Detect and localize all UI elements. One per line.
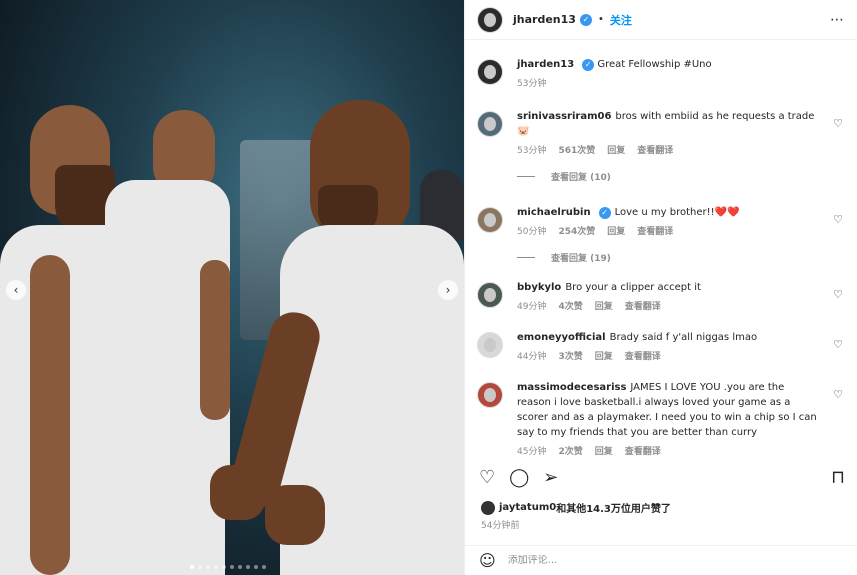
comment-text: Bro your a clipper accept it (565, 282, 701, 293)
avatar[interactable] (477, 332, 503, 358)
username[interactable]: jharden13 (513, 13, 576, 26)
comment-text: Love u my brother!!❤️❤️ (614, 207, 740, 218)
avatar[interactable] (477, 382, 503, 408)
reply-button[interactable]: 回复 (595, 349, 613, 362)
caption: jharden13 ✓ Great Fellowship #Uno 53分钟 (477, 57, 845, 89)
comment-time: 44分钟 (517, 352, 547, 362)
comment-item: srinivassriram06 bros with embiid as he r… (477, 109, 845, 156)
add-comment-bar: ☺ (465, 545, 857, 575)
comment-time: 45分钟 (517, 447, 547, 456)
post-header: jharden13 ✓ • 关注 ⋯ (465, 0, 857, 40)
comment-username[interactable]: bbykylo (517, 282, 561, 293)
verified-icon: ✓ (582, 59, 595, 71)
comment-username[interactable]: massimodecesariss (517, 382, 626, 393)
heart-icon[interactable]: ♡ (833, 288, 843, 301)
comment-item: bbykylo Bro your a clipper accept it 49分钟… (477, 280, 845, 312)
avatar[interactable] (477, 207, 503, 233)
heart-icon[interactable]: ♡ (833, 338, 843, 351)
comment-likes[interactable]: 3次赞 (558, 349, 582, 362)
avatar[interactable] (477, 111, 503, 137)
likes-user[interactable]: jaytatum0 (499, 502, 556, 513)
view-replies-button[interactable]: 查看回复 (10) (517, 170, 845, 183)
caption-text: Great Fellowship #Uno (597, 59, 712, 70)
post-photo: ‹ › (0, 0, 464, 575)
translate-button[interactable]: 查看翻译 (625, 299, 661, 312)
comments-list[interactable]: jharden13 ✓ Great Fellowship #Uno 53分钟 sr… (465, 40, 857, 456)
reply-button[interactable]: 回复 (595, 444, 613, 456)
heart-icon[interactable]: ♡ (833, 388, 843, 401)
comment-username[interactable]: emoneyyofficial (517, 332, 606, 343)
comment-time: 49分钟 (517, 302, 547, 312)
translate-button[interactable]: 查看翻译 (637, 143, 673, 156)
comment-time: 53分钟 (517, 146, 547, 156)
comment-item: michaelrubin ✓ Love u my brother!!❤️❤️ 50分… (477, 205, 845, 237)
like-heart-icon[interactable]: ♡ (479, 467, 495, 488)
bookmark-icon[interactable]: ⊓ (831, 467, 845, 488)
verified-icon: ✓ (579, 13, 592, 26)
heart-icon[interactable]: ♡ (833, 117, 843, 130)
comment-likes[interactable]: 561次赞 (558, 143, 595, 156)
avatar[interactable] (477, 59, 503, 85)
comment-likes[interactable]: 2次赞 (558, 444, 582, 456)
view-replies-button[interactable]: 查看回复 (19) (517, 251, 845, 264)
comment-time: 50分钟 (517, 227, 547, 237)
emoji-icon[interactable]: ☺ (479, 551, 496, 570)
likes-rest[interactable]: 和其他14.3万位用户赞了 (556, 500, 671, 515)
heart-icon[interactable]: ♡ (833, 213, 843, 226)
comment-item: massimodecesariss JAMES I LOVE YOU .you a… (477, 380, 845, 456)
carousel-dots (190, 565, 266, 569)
comment-username[interactable]: srinivassriram06 (517, 111, 611, 122)
translate-button[interactable]: 查看翻译 (625, 349, 661, 362)
likes-summary[interactable]: jaytatum0 和其他14.3万位用户赞了 (481, 500, 671, 515)
avatar (481, 500, 495, 515)
reply-button[interactable]: 回复 (607, 143, 625, 156)
comment-likes[interactable]: 4次赞 (558, 299, 582, 312)
share-send-icon[interactable]: ➢ (543, 467, 558, 488)
comment-item: emoneyyofficial Brady said f y'all niggas… (477, 330, 845, 362)
translate-button[interactable]: 查看翻译 (637, 224, 673, 237)
comment-input[interactable] (507, 555, 808, 566)
comment-bubble-icon[interactable]: ◯ (509, 467, 529, 488)
more-horizontal-icon[interactable]: ⋯ (830, 12, 845, 28)
post-actions: ♡ ◯ ➢ ⊓ (479, 462, 845, 492)
avatar[interactable] (477, 6, 503, 33)
post-details-panel: jharden13 ✓ • 关注 ⋯ jharden13 ✓ Great Fell… (464, 0, 857, 575)
follow-button[interactable]: 关注 (610, 12, 632, 28)
comment-username[interactable]: michaelrubin (517, 207, 591, 218)
separator-dot: • (597, 14, 604, 25)
prev-photo-button[interactable]: ‹ (6, 280, 26, 300)
post-time: 54分钟前 (481, 521, 520, 531)
translate-button[interactable]: 查看翻译 (625, 444, 661, 456)
next-photo-button[interactable]: › (438, 280, 458, 300)
avatar[interactable] (477, 282, 503, 308)
caption-time: 53分钟 (517, 79, 547, 89)
reply-button[interactable]: 回复 (607, 224, 625, 237)
comment-likes[interactable]: 254次赞 (558, 224, 595, 237)
reply-button[interactable]: 回复 (595, 299, 613, 312)
comment-text: Brady said f y'all niggas lmao (609, 332, 758, 343)
verified-icon: ✓ (598, 207, 611, 219)
person-right (210, 100, 464, 575)
caption-username[interactable]: jharden13 (517, 59, 574, 70)
